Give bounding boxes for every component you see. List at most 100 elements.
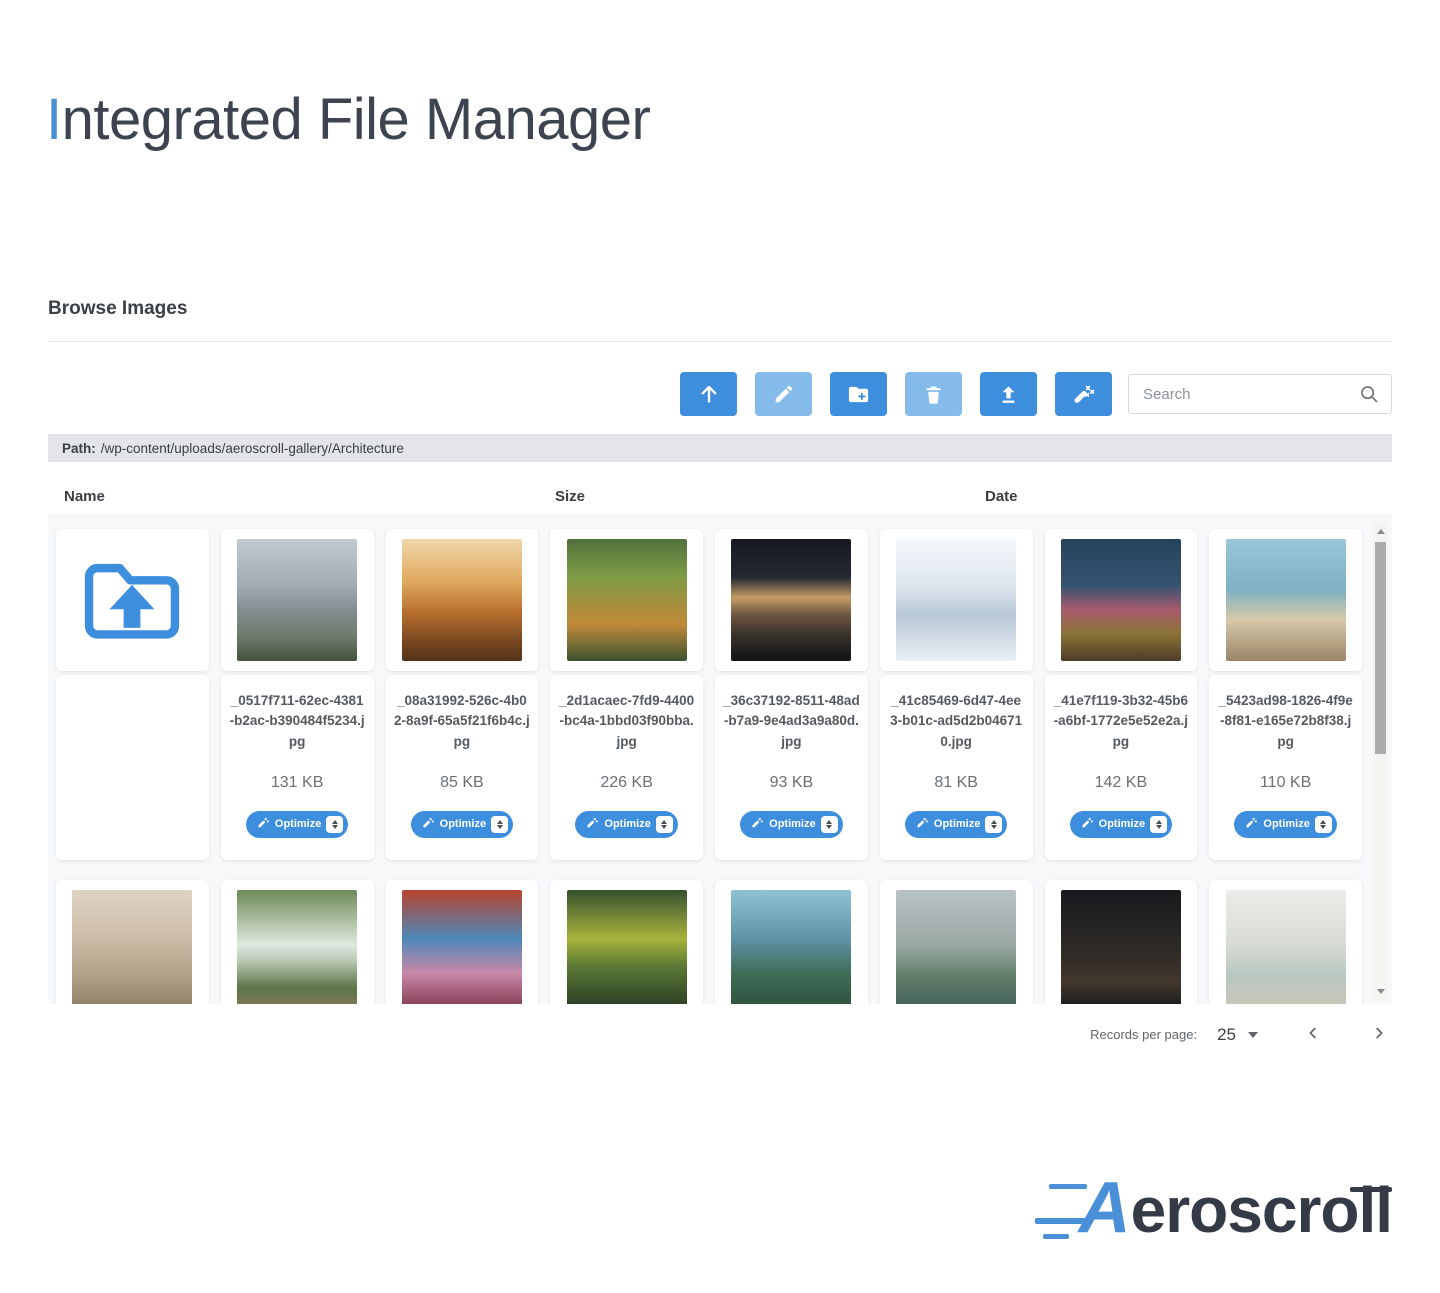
file-size: 81 KB (934, 773, 978, 791)
file-thumbnail[interactable] (220, 529, 374, 671)
thumbnail-image (1225, 539, 1346, 661)
magic-wand-icon (422, 816, 435, 832)
scroll-down-arrow[interactable] (1373, 984, 1388, 998)
optimize-options-toggle[interactable] (1150, 815, 1168, 833)
optimize-options-toggle[interactable] (491, 815, 509, 833)
delete-button[interactable] (905, 372, 962, 416)
file-card: _41c85469-6d47-4ee3-b01c-ad5d2b046710.jp… (879, 529, 1033, 860)
file-card: _41e7f119-3b32-45b6-a6bf-1772e5e52e2a.jp… (1044, 529, 1198, 860)
folder-up-card (56, 529, 209, 860)
column-header-name: Name (64, 488, 105, 505)
speed-line-icon (1034, 1218, 1087, 1224)
thumbnail-image (896, 539, 1017, 661)
scrollbar-thumb[interactable] (1375, 542, 1386, 754)
file-thumbnail[interactable] (1209, 529, 1362, 671)
thumbnail-image (731, 539, 852, 661)
file-card: _5423ad98-1826-4f9e-8f81-e165e72b8f38.jp… (1209, 529, 1362, 860)
file-thumbnail[interactable] (1044, 529, 1198, 671)
file-card (1209, 880, 1362, 1004)
upload-button[interactable] (980, 372, 1037, 416)
optimize-options-toggle[interactable] (655, 815, 673, 833)
file-card (56, 880, 209, 1004)
file-name: _5423ad98-1826-4f9e-8f81-e165e72b8f38.jp… (1218, 693, 1353, 749)
magic-wand-icon (257, 816, 270, 832)
thumbnail-image (566, 890, 687, 1004)
pencil-icon (773, 383, 795, 405)
divider (48, 341, 1392, 342)
speed-line-icon (1042, 1234, 1069, 1239)
file-thumbnail[interactable] (715, 880, 868, 1004)
records-per-page-select[interactable]: 25 (1217, 1025, 1258, 1045)
trash-icon (923, 384, 944, 405)
file-card (550, 880, 703, 1004)
new-folder-button[interactable] (830, 372, 887, 416)
chevron-left-icon (1304, 1027, 1322, 1045)
file-thumbnail[interactable] (1209, 880, 1362, 1004)
arrow-up-icon (697, 382, 721, 406)
file-size: 226 KB (600, 773, 653, 791)
file-card: _2d1acaec-7fd9-4400-bc4a-1bbd03f90bba.jp… (550, 529, 703, 860)
file-thumbnail[interactable] (715, 529, 868, 671)
optimize-button[interactable]: Optimize (1234, 810, 1337, 838)
magic-wand-icon (586, 816, 599, 832)
navigate-up-button[interactable] (680, 372, 737, 416)
file-thumbnail[interactable] (879, 880, 1033, 1004)
scroll-up-arrow[interactable] (1373, 524, 1388, 538)
file-size: 110 KB (1259, 773, 1312, 791)
file-card: _0517f711-62ec-4381-b2ac-b390484f5234.jp… (220, 529, 374, 860)
file-card (220, 880, 374, 1004)
file-thumbnail[interactable] (1044, 880, 1198, 1004)
path-label: Path: (62, 440, 96, 456)
folder-up-tile[interactable] (56, 529, 209, 671)
file-name: _08a31992-526c-4b02-8a9f-65a5f21f6b4c.jp… (393, 693, 530, 749)
thumbnail-image (401, 890, 522, 1004)
file-thumbnail[interactable] (879, 529, 1033, 671)
path-bar: Path: /wp-content/uploads/aeroscroll-gal… (48, 434, 1392, 462)
file-size: 85 KB (440, 773, 484, 791)
folder-up-info (56, 675, 209, 860)
previous-page-button[interactable] (1302, 1022, 1324, 1047)
file-thumbnail[interactable] (385, 529, 539, 671)
logo-a-icon: A (1034, 1172, 1131, 1244)
search-input[interactable] (1128, 374, 1392, 414)
optimize-button[interactable]: Optimize (904, 810, 1008, 838)
thumbnail-image (896, 890, 1017, 1004)
file-thumbnail[interactable] (550, 880, 703, 1004)
optimize-options-toggle[interactable] (1314, 815, 1332, 833)
thumbnail-image (1060, 890, 1181, 1004)
search-field (1128, 374, 1392, 414)
optimize-options-toggle[interactable] (985, 815, 1003, 833)
folder-plus-icon (847, 383, 870, 406)
vertical-scrollbar[interactable] (1373, 522, 1388, 1000)
optimize-options-toggle[interactable] (820, 815, 838, 833)
optimize-options-toggle[interactable] (326, 815, 344, 833)
file-thumbnail[interactable] (550, 529, 703, 671)
next-page-button[interactable] (1368, 1022, 1390, 1047)
file-manager-page: Integrated File Manager Browse Images Se… (0, 0, 1440, 1293)
rename-button[interactable] (755, 372, 812, 416)
file-name: _41e7f119-3b32-45b6-a6bf-1772e5e52e2a.jp… (1053, 693, 1189, 749)
optimize-button[interactable]: Optimize (245, 810, 349, 838)
file-thumbnail[interactable] (385, 880, 539, 1004)
page-title: Integrated File Manager (46, 87, 651, 152)
records-per-page-label: Records per page: (1090, 1027, 1198, 1042)
optimize-button[interactable]: Optimize (575, 810, 678, 838)
optimize-all-button[interactable] (1055, 372, 1112, 416)
thumbnail-image (401, 539, 522, 661)
file-card (715, 880, 868, 1004)
pagination: Records per page: 25 (48, 1022, 1392, 1047)
file-name: _2d1acaec-7fd9-4400-bc4a-1bbd03f90bba.jp… (559, 693, 695, 749)
file-card (879, 880, 1033, 1004)
file-size: 131 KB (270, 773, 324, 791)
optimize-button[interactable]: Optimize (1069, 810, 1173, 838)
magic-wand-icon (1245, 816, 1258, 832)
panel-heading: Browse Images (48, 298, 188, 319)
thumbnail-image (1060, 539, 1181, 661)
path-value: /wp-content/uploads/aeroscroll-gallery/A… (100, 440, 404, 456)
optimize-button[interactable]: Optimize (410, 810, 514, 838)
search-icon (1358, 383, 1380, 410)
magic-wand-icon (916, 816, 929, 832)
file-thumbnail[interactable] (56, 880, 209, 1004)
optimize-button[interactable]: Optimize (740, 810, 843, 838)
file-thumbnail[interactable] (220, 880, 374, 1004)
